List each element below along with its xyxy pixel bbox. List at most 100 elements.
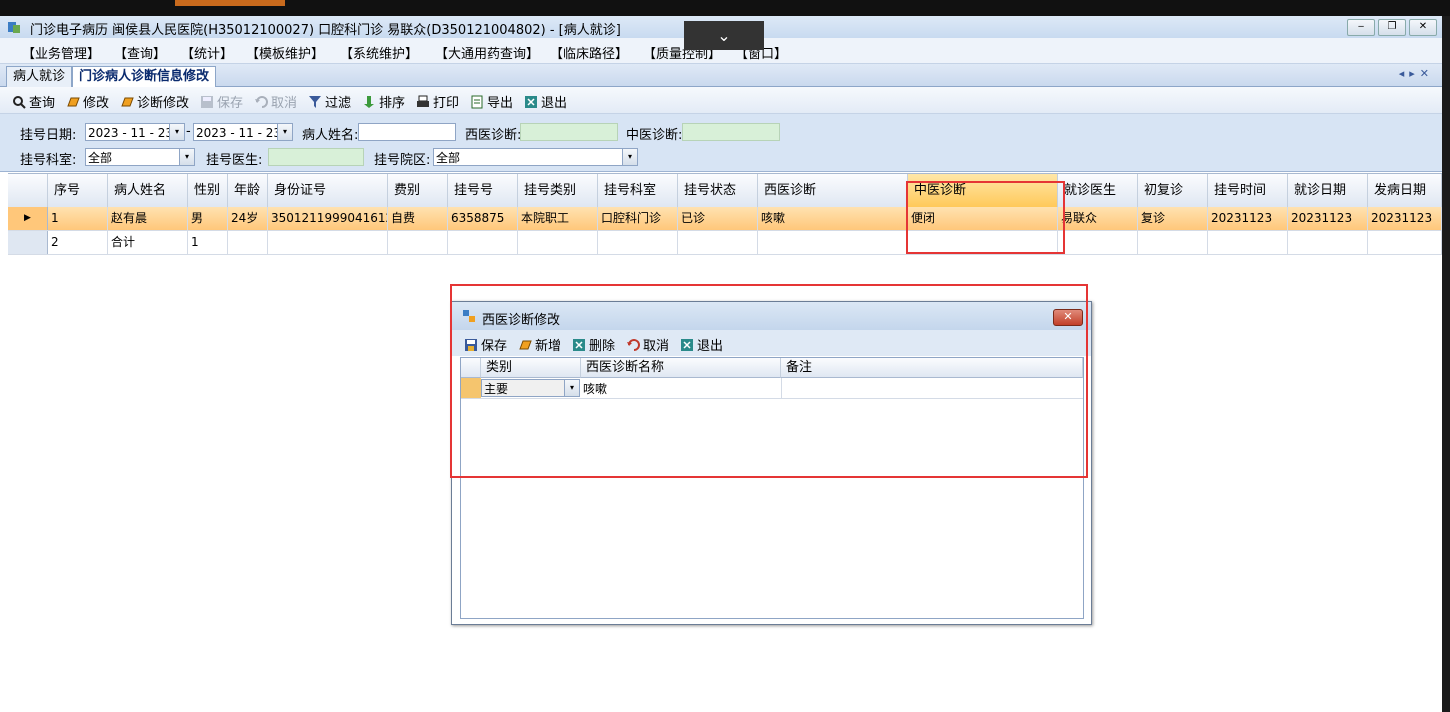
date-from-field[interactable]: 2023 - 11 - 23 ▾ [85,123,185,141]
cancel-button[interactable]: 取消 [254,92,297,111]
col-header-reg-dept[interactable]: 挂号科室 [598,174,678,207]
menu-clinical-path[interactable]: 【临床路径】 [550,43,628,62]
calendar-dropdown-icon[interactable]: ▾ [169,124,184,140]
cell-onset-date[interactable]: 20231123 [1368,207,1442,230]
menu-template[interactable]: 【模板维护】 [246,43,324,62]
cell-sex[interactable]: 男 [188,207,228,230]
cell-sex[interactable]: 1 [188,231,228,254]
menu-query[interactable]: 【查询】 [114,43,166,62]
save-button[interactable]: 保存 [200,92,243,111]
query-button[interactable]: 查询 [12,92,55,111]
cell-reg-time[interactable] [1208,231,1288,254]
table-row[interactable]: ▶ 1 赵有晨 男 24岁 350121199904161295 自费 6358… [8,207,1442,231]
cell-reg-status[interactable]: 已诊 [678,207,758,230]
cell-reg-dept[interactable] [598,231,678,254]
menu-drug-query[interactable]: 【大通用药查询】 [435,43,539,62]
print-button[interactable]: 打印 [416,92,459,111]
col-header-reg-no[interactable]: 挂号号 [448,174,518,207]
cell-western-diag[interactable]: 咳嗽 [758,207,908,230]
tab-scroll-arrows-icon[interactable]: ◂▸✕ [1399,67,1434,80]
cell-western-diag[interactable] [758,231,908,254]
reg-date-label: 挂号日期: [20,128,77,143]
col-header-western-diag[interactable]: 西医诊断 [758,174,908,207]
cell-age[interactable]: 24岁 [228,207,268,230]
cell-age[interactable] [228,231,268,254]
date-to-value: 2023 - 11 - 23 [196,126,281,140]
cell-idcard[interactable] [268,231,388,254]
row-header [8,231,48,254]
cell-fee-type[interactable]: 自费 [388,207,448,230]
exit-button[interactable]: 退出 [524,92,567,111]
cell-reg-no[interactable]: 6358875 [448,207,518,230]
doctor-input[interactable] [268,148,364,166]
campus-select[interactable]: 全部 ▾ [433,148,638,166]
sort-button[interactable]: 排序 [362,92,405,111]
col-header-fee-type[interactable]: 费别 [388,174,448,207]
col-header-reg-status[interactable]: 挂号状态 [678,174,758,207]
col-header-visit-date[interactable]: 就诊日期 [1288,174,1368,207]
cell-name[interactable]: 合计 [108,231,188,254]
chevron-down-icon[interactable]: ▾ [179,149,194,165]
tab-diagnosis-edit[interactable]: 门诊病人诊断信息修改 [72,66,217,87]
col-header-seq[interactable]: 序号 [48,174,108,207]
menu-system[interactable]: 【系统维护】 [340,43,418,62]
cell-first-return[interactable]: 复诊 [1138,207,1208,230]
modify-button[interactable]: 修改 [66,92,109,111]
cell-fee-type[interactable] [388,231,448,254]
table-row[interactable]: 2 合计 1 [8,231,1442,255]
cell-seq[interactable]: 2 [48,231,108,254]
calendar-dropdown-icon[interactable]: ▾ [277,124,292,140]
menu-business[interactable]: 【业务管理】 [22,43,100,62]
col-header-age[interactable]: 年龄 [228,174,268,207]
cell-idcard[interactable]: 350121199904161295 [268,207,388,230]
main-toolbar: 查询 修改 诊断修改 保存 取消 过滤 排序 打印 导出 退出 [0,87,1442,114]
cell-reg-no[interactable] [448,231,518,254]
cell-reg-dept[interactable]: 口腔科门诊 [598,207,678,230]
col-header-idcard[interactable]: 身份证号 [268,174,388,207]
current-row-arrow-icon: ▶ [8,207,48,230]
filter-label: 过滤 [325,96,352,111]
date-to-field[interactable]: 2023 - 11 - 23 ▾ [193,123,293,141]
dept-select[interactable]: 全部 ▾ [85,148,195,166]
cell-reg-type[interactable] [518,231,598,254]
cell-onset-date[interactable] [1368,231,1442,254]
col-header-reg-time[interactable]: 挂号时间 [1208,174,1288,207]
col-header-doctor[interactable]: 就诊医生 [1058,174,1138,207]
print-label: 打印 [433,96,460,111]
export-label: 导出 [487,96,514,111]
tab-patient-visit[interactable]: 病人就诊 [6,66,73,87]
restore-button[interactable]: ❐ [1378,19,1406,36]
cell-reg-status[interactable] [678,231,758,254]
cell-doctor[interactable] [1058,231,1138,254]
select-all-corner[interactable] [8,174,48,207]
cell-reg-type[interactable]: 本院职工 [518,207,598,230]
col-header-first-return[interactable]: 初复诊 [1138,174,1208,207]
date-separator: - [186,124,191,139]
filter-panel: 挂号日期: 2023 - 11 - 23 ▾ - 2023 - 11 - 23 ▾ … [0,114,1442,172]
cell-doctor[interactable]: 易联众 [1058,207,1138,230]
cell-visit-date[interactable]: 20231123 [1288,207,1368,230]
cell-first-return[interactable] [1138,231,1208,254]
western-diag-input[interactable] [520,123,618,141]
cell-reg-time[interactable]: 20231123 [1208,207,1288,230]
col-header-onset-date[interactable]: 发病日期 [1368,174,1442,207]
close-window-button[interactable]: ✕ [1409,19,1437,36]
tcm-diag-input[interactable] [682,123,780,141]
grid-header: 序号 病人姓名 性别 年龄 身份证号 费别 挂号号 挂号类别 挂号科室 挂号状态… [8,173,1442,208]
cell-name[interactable]: 赵有晨 [108,207,188,230]
cell-visit-date[interactable] [1288,231,1368,254]
patient-name-label: 病人姓名: [302,128,359,143]
col-header-name[interactable]: 病人姓名 [108,174,188,207]
col-header-sex[interactable]: 性别 [188,174,228,207]
chevron-down-icon[interactable]: ⌄ [684,21,764,50]
diagnosis-modify-button[interactable]: 诊断修改 [120,92,189,111]
filter-button[interactable]: 过滤 [308,92,351,111]
cell-seq[interactable]: 1 [48,207,108,230]
sort-label: 排序 [379,96,406,111]
menu-stats[interactable]: 【统计】 [181,43,233,62]
export-button[interactable]: 导出 [470,92,513,111]
minimize-button[interactable]: ‒ [1347,19,1375,36]
chevron-down-icon[interactable]: ▾ [622,149,637,165]
col-header-reg-type[interactable]: 挂号类别 [518,174,598,207]
patient-name-input[interactable] [358,123,456,141]
